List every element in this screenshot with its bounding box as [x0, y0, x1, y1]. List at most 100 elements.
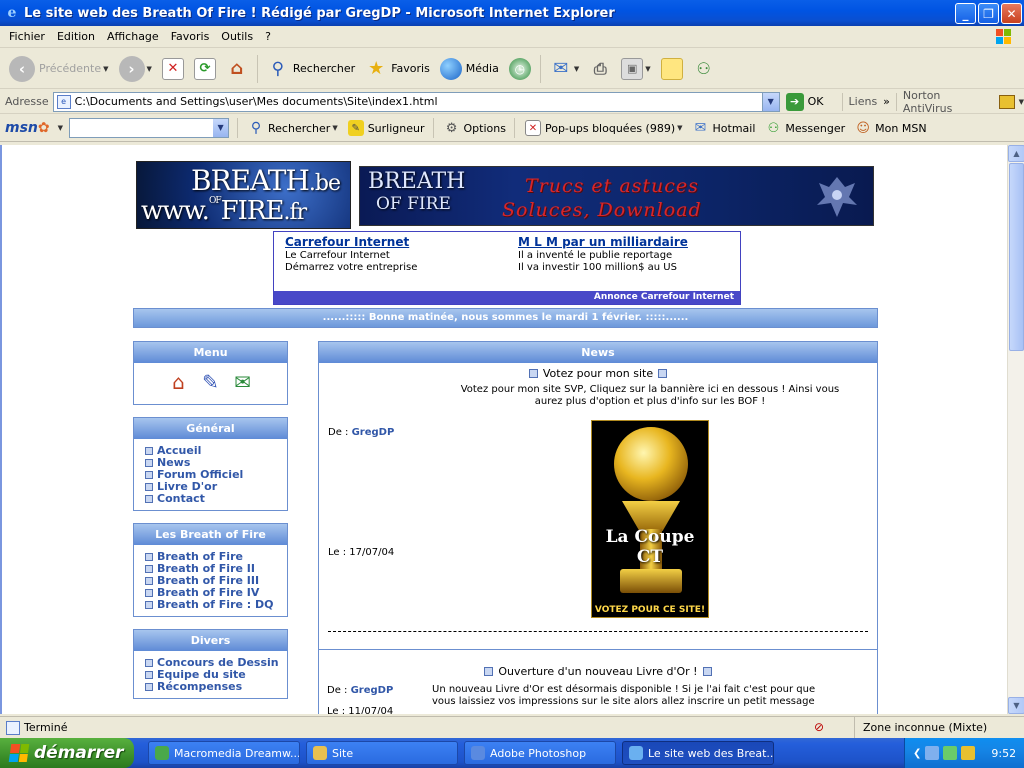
norton-dropdown-icon[interactable]: ▼ — [1019, 98, 1024, 106]
favorites-button[interactable]: ★ Favoris — [362, 52, 433, 86]
task-label: Adobe Photoshop — [490, 746, 587, 760]
news-item-body: Votez pour mon site SVP, Cliquez sur la … — [433, 384, 867, 408]
address-value[interactable]: C:\Documents and Settings\user\Mes docum… — [75, 95, 438, 108]
msn-search-input[interactable]: ▼ — [69, 118, 230, 138]
network-icon[interactable] — [925, 746, 940, 760]
messenger-button[interactable]: ⚇ Messenger — [765, 120, 846, 136]
hotmail-button[interactable]: ✉ Hotmail — [693, 120, 756, 136]
site-logo-banner[interactable]: BREATH.be www.OFFIRE.fr — [136, 161, 351, 229]
msn-search-options-dropdown-icon[interactable]: ▼ — [332, 124, 337, 132]
norton-antivirus-button[interactable]: Norton AntiVirus — [903, 89, 993, 115]
edit-button[interactable]: ▣ ▼ — [618, 52, 653, 86]
standard-toolbar: ‹ Précédente ▼ › ▼ ✕ ⟳ ⌂ ⚲ Rechercher ★ … — [0, 49, 1024, 89]
home-icon[interactable]: ⌂ — [166, 369, 192, 395]
my-msn-button[interactable]: ☺ Mon MSN — [855, 120, 926, 136]
menu-help[interactable]: ? — [259, 30, 277, 43]
my-msn-label: Mon MSN — [875, 121, 927, 135]
clock[interactable]: 9:52 — [991, 747, 1016, 760]
msn-search-dropdown-icon[interactable]: ▼ — [213, 119, 229, 137]
scroll-down-arrow-icon[interactable]: ▼ — [1008, 697, 1024, 714]
media-label: Média — [465, 62, 499, 75]
menu-fichier[interactable]: Fichier — [3, 30, 51, 43]
date-label: Le : — [328, 547, 350, 558]
task-dreamweaver[interactable]: Macromedia Dreamw... — [148, 741, 300, 765]
ad-footer[interactable]: Annonce Carrefour Internet — [274, 291, 740, 304]
forward-dropdown-icon[interactable]: ▼ — [147, 65, 152, 73]
menu-affichage[interactable]: Affichage — [101, 30, 165, 43]
security-zone: Zone inconnue (Mixte) — [854, 717, 987, 738]
vertical-scrollbar[interactable]: ▲ ▼ — [1007, 145, 1024, 714]
address-dropdown-icon[interactable]: ▼ — [761, 92, 779, 111]
media-button[interactable]: Média — [437, 52, 502, 86]
nav-label: Récompenses — [157, 680, 243, 693]
search-button[interactable]: ⚲ Rechercher — [264, 52, 358, 86]
mail-button[interactable]: ✉ ▼ — [547, 52, 582, 86]
links-button[interactable]: Liens — [849, 95, 878, 108]
author-link[interactable]: GregDP — [351, 685, 394, 696]
bullet-icon — [484, 667, 494, 676]
tools-icon[interactable]: ✎ — [198, 369, 224, 395]
nav-contact[interactable]: Contact — [145, 493, 287, 505]
address-label: Adresse — [5, 95, 49, 108]
task-photoshop[interactable]: Adobe Photoshop — [464, 741, 616, 765]
back-button[interactable]: ‹ Précédente ▼ — [6, 52, 112, 86]
scroll-thumb[interactable] — [1009, 163, 1024, 351]
stop-button[interactable]: ✕ — [159, 52, 187, 86]
vote-coupe-ct-banner[interactable]: La Coupe CT VOTEZ POUR CE SITE! — [591, 420, 709, 618]
privacy-report-icon[interactable]: ⊘ — [814, 720, 824, 734]
menu-box-title: Menu — [134, 342, 287, 363]
task-internet-explorer[interactable]: Le site web des Breat... — [622, 741, 774, 765]
nav-recompenses[interactable]: Récompenses — [145, 681, 287, 693]
chevron-right-icon[interactable]: » — [883, 95, 890, 108]
menu-edition[interactable]: Edition — [51, 30, 101, 43]
messenger-tray-icon[interactable] — [943, 746, 958, 760]
go-button[interactable]: ➔ OK — [785, 92, 824, 111]
options-button[interactable]: ⚙ Options — [444, 120, 506, 136]
email-globe-icon[interactable]: ✉ — [230, 369, 256, 395]
menu-favoris[interactable]: Favoris — [165, 30, 216, 43]
coupe-vote-text: VOTEZ POUR CE SITE! — [594, 605, 706, 615]
popup-blocker-icon: ✕ — [524, 120, 541, 136]
discuss-button[interactable] — [658, 52, 686, 86]
separator — [237, 118, 239, 138]
edit-dropdown-icon[interactable]: ▼ — [645, 65, 650, 73]
print-button[interactable]: ⎙ — [586, 52, 614, 86]
banner-www: www. — [141, 196, 210, 226]
banner-logo-line1: BREATH.be — [191, 164, 341, 197]
maximize-button[interactable]: ❐ — [978, 3, 999, 24]
tray-expand-icon[interactable]: ❮ — [913, 748, 921, 759]
mail-dropdown-icon[interactable]: ▼ — [574, 65, 579, 73]
menu-outils[interactable]: Outils — [215, 30, 259, 43]
task-site-folder[interactable]: Site — [306, 741, 458, 765]
address-input[interactable]: e C:\Documents and Settings\user\Mes doc… — [52, 91, 780, 112]
close-button[interactable]: ✕ — [1001, 3, 1022, 24]
ad-link-mlm[interactable]: M L M par un milliardaire — [518, 236, 688, 248]
author-link[interactable]: GregDP — [352, 427, 395, 438]
tips-download-banner[interactable]: BREATH OF FIRE Trucs et astuces Soluces,… — [359, 166, 874, 226]
scroll-up-arrow-icon[interactable]: ▲ — [1008, 145, 1024, 162]
msn-search-button[interactable]: ⚲ Rechercher ▼ — [248, 120, 338, 136]
separator — [895, 92, 897, 111]
ad-link-carrefour[interactable]: Carrefour Internet — [285, 236, 417, 248]
bullet-icon — [145, 447, 153, 455]
bof-list: Breath of Fire Breath of Fire II Breath … — [134, 545, 287, 616]
antivirus-tray-icon[interactable] — [961, 746, 976, 760]
highlighter-button[interactable]: ✎ Surligneur — [347, 120, 425, 136]
refresh-button[interactable]: ⟳ — [191, 52, 219, 86]
back-dropdown-icon[interactable]: ▼ — [103, 65, 108, 73]
start-button[interactable]: démarrer — [0, 738, 134, 768]
msn-logo-dropdown-icon[interactable]: ▼ — [58, 124, 63, 132]
popups-blocked-button[interactable]: ✕ Pop-ups bloquées (989) ▼ — [524, 120, 683, 136]
home-button[interactable]: ⌂ — [223, 52, 251, 86]
news-body-line: vous laissiez vos impressions sur le sit… — [432, 696, 815, 707]
norton-shield-icon[interactable] — [998, 94, 1015, 109]
ad-text: Il a inventé le publie reportage — [518, 250, 673, 261]
messenger-toolbar-button[interactable]: ⚇ — [690, 52, 718, 86]
msn-toolbar: msn✿ ▼ ▼ ⚲ Rechercher ▼ ✎ Surligneur ⚙ O… — [0, 115, 1024, 142]
nav-bof-dq[interactable]: Breath of Fire : DQ — [145, 599, 287, 611]
bullet-icon — [145, 659, 153, 667]
forward-button[interactable]: › ▼ — [116, 52, 155, 86]
minimize-button[interactable]: _ — [955, 3, 976, 24]
history-button[interactable]: ◷ — [506, 52, 534, 86]
popups-dropdown-icon[interactable]: ▼ — [677, 124, 682, 132]
